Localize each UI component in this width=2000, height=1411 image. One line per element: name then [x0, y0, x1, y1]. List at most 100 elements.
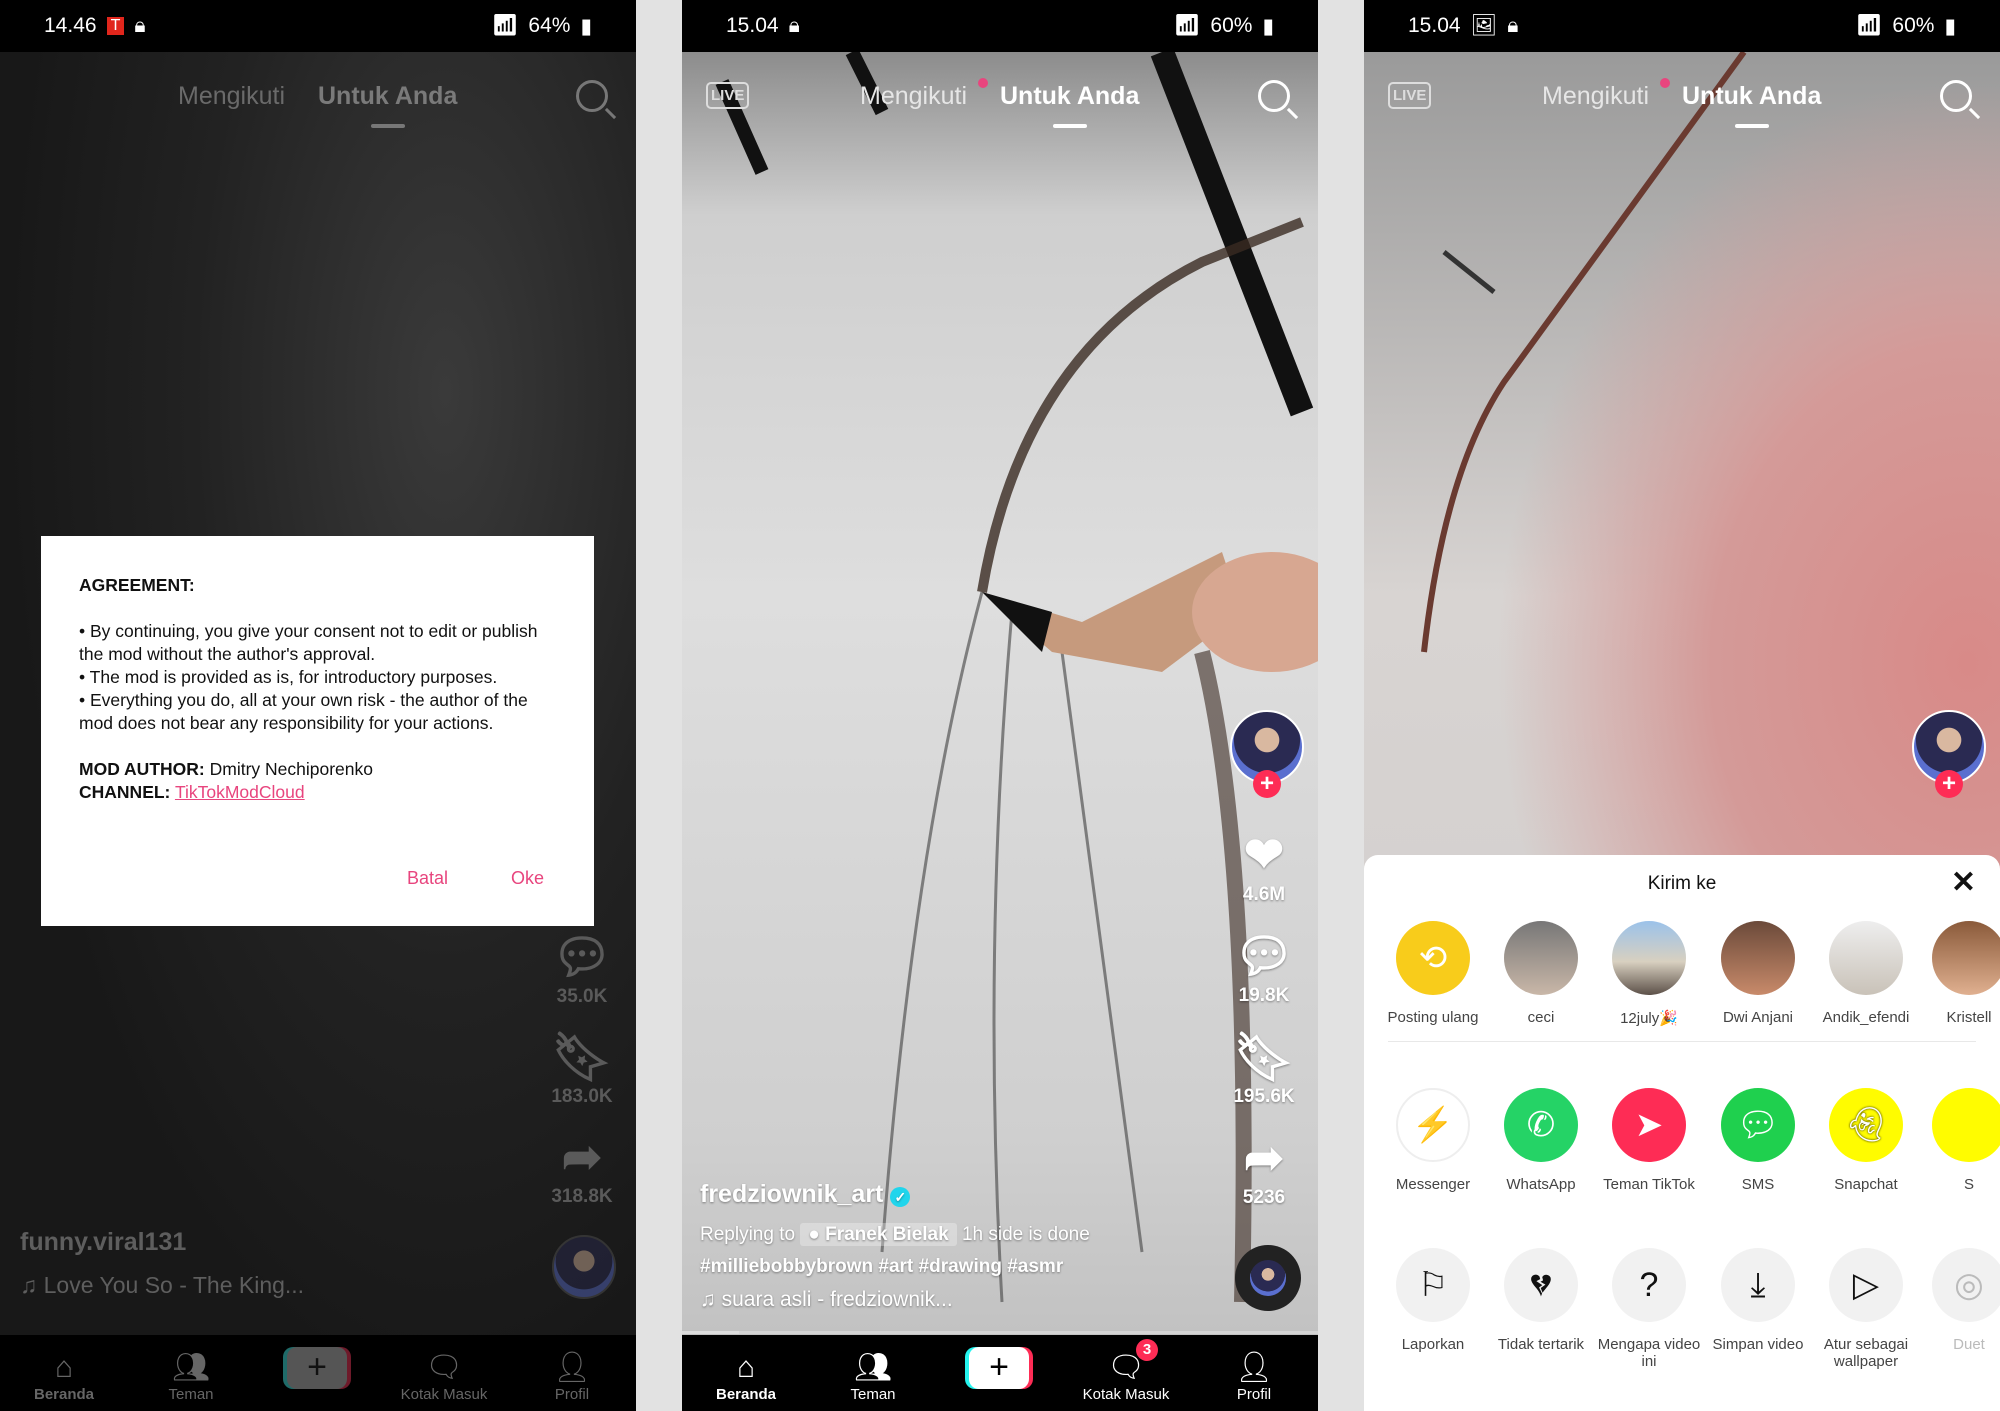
bottom-nav: ⌂ Beranda 👥︎ Teman + 🗨︎ Kotak Masuk 3 👤︎ Pro… [682, 1335, 1318, 1411]
hashtags[interactable]: #milliebobbybrown #art #drawing #asmr [700, 1256, 1063, 1278]
close-icon[interactable]: ✕ [1951, 865, 1976, 900]
sound-disc[interactable] [1235, 1245, 1301, 1311]
contacts-item[interactable]: 12july🎉 [1594, 921, 1704, 1027]
author-name: Dmitry Nechiporenko [209, 759, 373, 779]
sound-disc-avatar[interactable] [552, 1235, 616, 1299]
nav-label: Teman [850, 1386, 896, 1403]
nav-profile[interactable]: 👤︎ Profil [512, 1350, 632, 1403]
divider [1388, 1041, 1976, 1042]
actions-item[interactable]: ◎ Duet [1914, 1248, 2000, 1353]
apps-label: WhatsApp [1506, 1176, 1576, 1193]
friends-icon: 👥︎ [171, 1351, 211, 1384]
status-bar: 15.04 🖼︎ 🔒︎ 📶︎ 60% ▮ [1364, 0, 2000, 52]
actions-label: Tidak tertarik [1497, 1336, 1585, 1353]
contacts-item[interactable]: Kristell [1914, 921, 2000, 1026]
nav-inbox[interactable]: 🗨︎ Kotak Masuk [384, 1350, 504, 1403]
nav-profile[interactable]: 👤︎ Profil [1194, 1350, 1314, 1403]
nav-inbox[interactable]: 🗨︎ Kotak Masuk [1066, 1350, 1186, 1403]
actions-item[interactable]: ⤓ Simpan video [1703, 1248, 1813, 1353]
sound-disc-avatar [1250, 1260, 1286, 1296]
apps-item[interactable]: ⚡ Messenger [1378, 1088, 1488, 1193]
apps-item[interactable]: 👻︎ Snapchat [1811, 1088, 1921, 1193]
wallpaper-icon: ▷ [1829, 1248, 1903, 1322]
nav-home[interactable]: ⌂ Beranda [4, 1350, 124, 1403]
progress-fill [682, 1331, 740, 1334]
sheet-title: Kirim ke [1647, 873, 1717, 894]
share-icon: ➦ [561, 1131, 603, 1184]
apps-label: SMS [1741, 1176, 1775, 1193]
wifi-icon: 📶︎ [1173, 14, 1201, 37]
search-icon[interactable] [1940, 80, 1972, 112]
tab-following[interactable]: Mengikuti [1542, 82, 1649, 111]
actions-label: Mengapa video ini [1597, 1336, 1701, 1370]
nav-friends[interactable]: 👥︎ Teman [813, 1350, 933, 1403]
tab-for-you[interactable]: Untuk Anda [1000, 82, 1139, 111]
actions-item[interactable]: ▷ Atur sebagai wallpaper [1811, 1248, 1921, 1370]
nav-label: Kotak Masuk [1082, 1386, 1170, 1403]
actions-item[interactable]: ? Mengapa video ini [1594, 1248, 1704, 1370]
share-count: 318.8K [551, 1186, 613, 1207]
share-button[interactable]: ➦ 318.8K [542, 1130, 622, 1208]
battery-level: 64% [528, 14, 571, 37]
progress-bar[interactable] [682, 1331, 1318, 1334]
follow-button[interactable]: + [1253, 770, 1281, 798]
status-bar: 15.04 🔒︎ 📶︎ 60% ▮ [682, 0, 1318, 52]
channel-link[interactable]: TikTokModCloud [175, 782, 305, 802]
like-count: 4.6M [1242, 884, 1286, 905]
bottom-nav: ⌂ Beranda 👥︎ Teman + 🗨︎ Kotak Masuk 👤︎ Profi… [0, 1335, 636, 1411]
comment-icon: 💬︎ [1233, 930, 1295, 983]
verified-icon: ✓ [890, 1187, 911, 1207]
battery-icon: ▮ [1262, 14, 1274, 38]
apps-item[interactable]: S [1914, 1088, 2000, 1193]
follow-button[interactable]: + [1935, 770, 1963, 798]
contacts-item[interactable]: ceci [1486, 921, 1596, 1026]
apps-item[interactable]: ✆ WhatsApp [1486, 1088, 1596, 1193]
apps-label: S [1963, 1176, 1974, 1193]
actions-item[interactable]: ⚐ Laporkan [1378, 1248, 1488, 1353]
ok-button[interactable]: Oke [511, 867, 544, 890]
app-icon: T [106, 17, 125, 35]
save-button[interactable]: 🔖︎ 195.6K [1224, 1030, 1304, 1108]
tab-following[interactable]: Mengikuti [178, 82, 285, 111]
contacts-item[interactable]: Andik_efendi [1811, 921, 1921, 1026]
inbox-icon: 🗨︎ [1106, 1351, 1146, 1384]
feed-tabs: Mengikuti Untuk Anda [1364, 78, 2000, 128]
author-label: MOD AUTHOR: [79, 759, 205, 779]
reply-user: Franek Bielak [825, 1224, 949, 1245]
save-button[interactable]: 🔖︎ 183.0K [542, 1030, 622, 1108]
nav-friends[interactable]: 👥︎ Teman [131, 1350, 251, 1403]
comment-button[interactable]: 💬︎ 35.0K [542, 930, 622, 1008]
nav-home[interactable]: ⌂ Beranda [686, 1350, 806, 1403]
tab-following[interactable]: Mengikuti [860, 82, 967, 111]
reply-chip[interactable]: ● Franek Bielak [800, 1223, 957, 1246]
save-count: 183.0K [551, 1086, 613, 1107]
clock: 15.04 [1408, 14, 1461, 37]
video-caption: Replying to ● Franek Bielak 1h side is d… [700, 1223, 1090, 1246]
video-username[interactable]: fredziownik_art ✓ [700, 1180, 911, 1209]
cancel-button[interactable]: Batal [407, 867, 448, 890]
create-button[interactable]: + [969, 1347, 1029, 1389]
status-bar: 14.46 T 🔒︎ 📶︎ 64% ▮ [0, 0, 636, 52]
actions-item[interactable]: 💔︎ Tidak tertarik [1486, 1248, 1596, 1353]
contacts-item[interactable]: Dwi Anjani [1703, 921, 1813, 1026]
contacts-item[interactable]: ⟲ Posting ulang [1378, 921, 1488, 1026]
video-username[interactable]: funny.viral131 [20, 1228, 186, 1257]
search-icon[interactable] [1258, 80, 1290, 112]
share-button[interactable]: ➦ 5236 [1224, 1131, 1304, 1209]
tab-for-you[interactable]: Untuk Anda [318, 82, 457, 111]
video-sound[interactable]: ♫ suara asli - fredziownik... [700, 1288, 953, 1312]
apps-item[interactable]: 💬︎ SMS [1703, 1088, 1813, 1193]
search-icon[interactable] [576, 80, 608, 112]
apps-item[interactable]: ➤ Teman TikTok [1594, 1088, 1704, 1193]
save-count: 195.6K [1233, 1086, 1295, 1107]
create-button[interactable]: + [287, 1347, 347, 1389]
comment-button[interactable]: 💬︎ 19.8K [1224, 929, 1304, 1007]
inbox-badge: 3 [1136, 1339, 1158, 1361]
home-icon: ⌂ [736, 1351, 756, 1384]
tab-for-you[interactable]: Untuk Anda [1682, 82, 1821, 111]
share-sheet: Kirim ke ✕ ⟲ Posting ulang ceci 12july🎉 Dwi … [1364, 855, 2000, 1411]
channel-label: CHANNEL: [79, 782, 171, 802]
like-button[interactable]: ❤ 4.6M [1224, 828, 1304, 906]
contacts-label: Posting ulang [1387, 1009, 1479, 1026]
video-sound[interactable]: ♫ Love You So - The King... [20, 1272, 304, 1299]
